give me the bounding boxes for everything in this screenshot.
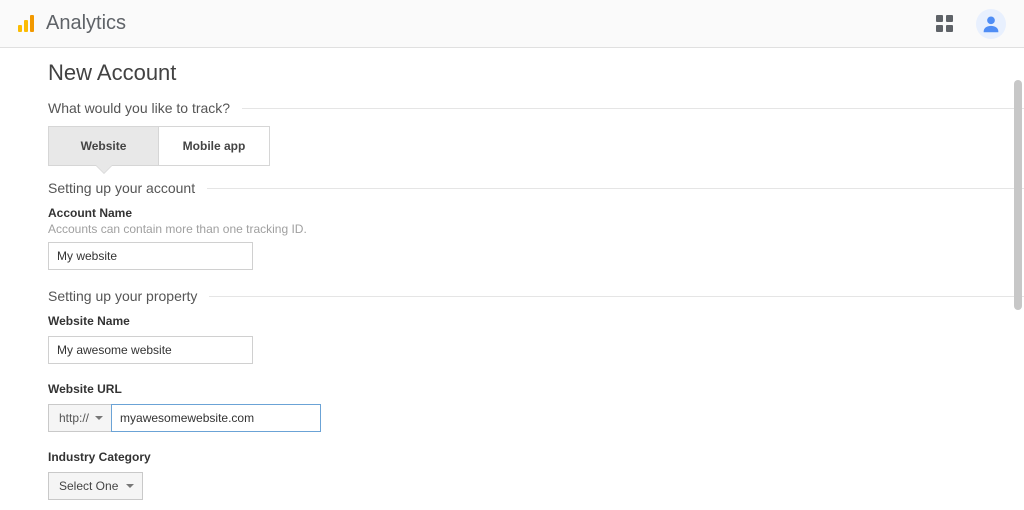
website-url-label: Website URL bbox=[48, 382, 1024, 396]
website-name-field: Website Name bbox=[48, 314, 1024, 364]
content-area: New Account What would you like to track… bbox=[0, 48, 1024, 510]
analytics-logo-icon bbox=[18, 15, 34, 32]
section-heading-account: Setting up your account bbox=[48, 180, 1024, 196]
app-title: Analytics bbox=[46, 12, 126, 35]
scrollbar-thumb[interactable] bbox=[1014, 80, 1022, 310]
section-heading-property: Setting up your property bbox=[48, 288, 1024, 304]
user-avatar[interactable] bbox=[976, 9, 1006, 39]
app-header: Analytics bbox=[0, 0, 1024, 48]
industry-dropdown[interactable]: Select One bbox=[48, 472, 143, 500]
account-name-input[interactable] bbox=[48, 242, 253, 270]
industry-label: Industry Category bbox=[48, 450, 1024, 464]
section-heading-track: What would you like to track? bbox=[48, 100, 1024, 116]
protocol-dropdown[interactable]: http:// bbox=[48, 404, 112, 432]
user-icon bbox=[980, 13, 1002, 35]
website-name-label: Website Name bbox=[48, 314, 1024, 328]
website-url-field: Website URL http:// bbox=[48, 382, 1024, 432]
account-name-label: Account Name bbox=[48, 206, 1024, 220]
protocol-label: http:// bbox=[59, 411, 89, 425]
track-type-tabs: Website Mobile app bbox=[48, 126, 1024, 166]
page-title: New Account bbox=[48, 60, 1024, 86]
account-name-hint: Accounts can contain more than one track… bbox=[48, 222, 1024, 236]
app-launcher-icon[interactable] bbox=[936, 15, 954, 33]
chevron-down-icon bbox=[95, 416, 103, 420]
tab-mobile-app[interactable]: Mobile app bbox=[159, 126, 270, 166]
industry-value: Select One bbox=[59, 479, 118, 493]
website-url-input[interactable] bbox=[111, 404, 321, 432]
tab-website[interactable]: Website bbox=[48, 126, 159, 166]
chevron-down-icon bbox=[126, 484, 134, 488]
account-name-field: Account Name Accounts can contain more t… bbox=[48, 206, 1024, 270]
website-name-input[interactable] bbox=[48, 336, 253, 364]
industry-field: Industry Category Select One bbox=[48, 450, 1024, 500]
